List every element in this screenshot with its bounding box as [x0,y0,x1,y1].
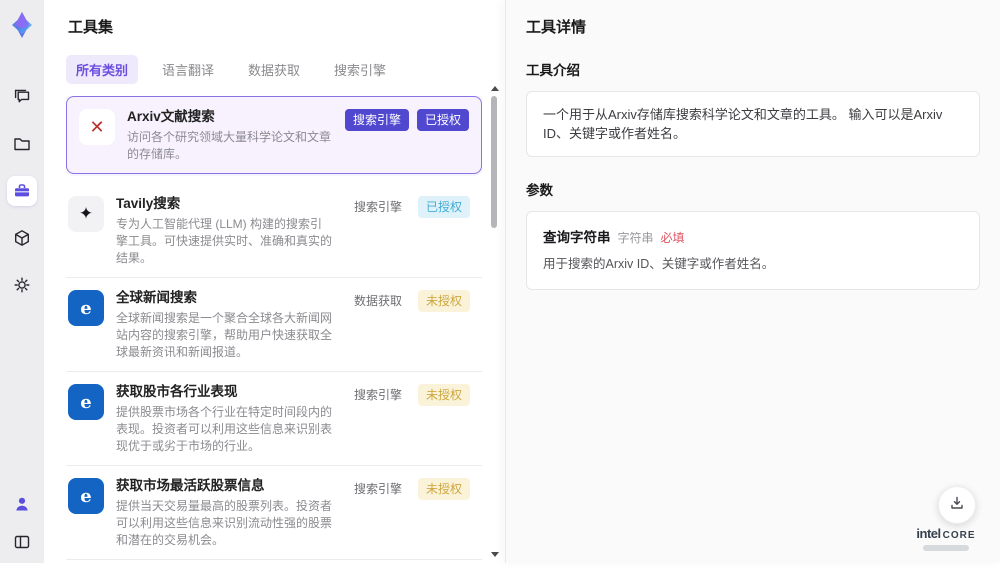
panels-icon [12,532,32,552]
tool-name: 全球新闻搜索 [116,290,197,305]
tool-icon-glyph: ✕ [89,116,105,137]
tool-card[interactable]: ✦ Tavily搜索 专为人工智能代理 (LLM) 构建的搜索引擎工具。可快速提… [66,184,482,278]
tool-details-panel: 工具详情 工具介绍 一个用于从Arxiv存储库搜索科学论文和文章的工具。 输入可… [505,0,1000,563]
category-badge: 搜索引擎 [353,482,402,496]
tool-card[interactable]: e 获取股市各行业表现 提供股票市场各个行业在特定时间段内的表现。投资者可以利用… [66,372,482,466]
tool-description: 提供股票市场各个行业在特定时间段内的表现。投资者可以利用这些信息来识别表现优于或… [116,405,333,453]
gear-icon [12,275,32,295]
list-scrollbar[interactable] [489,86,499,557]
scrollbar-thumb[interactable] [491,96,497,228]
sidebar-item-packages[interactable] [7,223,37,253]
sidebar-item-panel-toggle[interactable] [7,527,37,557]
category-tab[interactable]: 搜索引擎 [324,55,396,84]
user-icon [12,494,32,514]
category-tab[interactable]: 所有类别 [66,55,139,84]
tool-icon-glyph: e [80,297,92,319]
auth-status-badge: 已授权 [416,109,469,131]
tool-icon: e [68,384,104,420]
tool-card[interactable]: ▦ 万维地区新闻查询 查询具体行政区划内的新闻，快速了解各地新闻动态。 搜索引擎… [66,560,482,568]
tool-name: 获取股市各行业表现 [116,384,238,399]
sidebar-item-settings[interactable] [7,270,37,300]
app-logo-icon [7,10,37,40]
details-title: 工具详情 [526,19,587,36]
category-tab[interactable]: 数据获取 [238,55,310,84]
tool-icon-glyph: ✦ [78,204,94,223]
param-name: 查询字符串 [543,230,611,245]
category-badge: 搜索引擎 [353,200,402,214]
intel-core-subtitle [923,545,969,551]
param-type: 字符串 [617,231,654,245]
tool-description: 专为人工智能代理 (LLM) 构建的搜索引擎工具。可快速提供实时、准确和真实的结… [116,217,333,265]
tool-description: 全球新闻搜索是一个聚合全球各大新闻网站内容的搜索引擎，帮助用户快速获取全球最新资… [116,311,333,359]
tool-name: Arxiv文献搜索 [127,109,215,124]
intel-core-logo: intel CORE [906,527,986,551]
sidebar-item-files[interactable] [7,129,37,159]
download-button[interactable] [938,486,976,524]
tool-icon-glyph: e [80,391,92,413]
params-heading: 参数 [526,183,553,198]
param-required-flag: 必填 [660,231,685,245]
intel-brand-text: intel [916,526,941,541]
sidebar-item-toolbox[interactable] [7,176,37,206]
param-card: 查询字符串 字符串 必填 用于搜索的Arxiv ID、关键字或作者姓名。 [526,211,980,290]
tool-description: 提供当天交易量最高的股票列表。投资者可以利用这些信息来识别流动性强的股票和潜在的… [116,499,333,547]
sidebar-item-chat[interactable] [7,82,37,112]
page-title: 工具集 [68,19,114,36]
category-tab[interactable]: 语言翻译 [152,55,224,84]
sidebar-item-account[interactable] [7,489,37,519]
tool-icon: e [68,290,104,326]
tool-icon: ✕ [79,109,115,145]
auth-status-badge: 未授权 [417,290,470,312]
toolbox-icon [12,181,32,201]
core-brand-text: CORE [942,530,976,541]
category-tabs: 所有类别 语言翻译 数据获取 搜索引擎 [66,55,505,84]
icon-rail [0,0,44,563]
tool-intro-text: 一个用于从Arxiv存储库搜索科学论文和文章的工具。 输入可以是Arxiv ID… [526,91,980,157]
tool-icon-glyph: e [80,485,92,507]
cube-icon [12,228,32,248]
download-icon [949,495,965,516]
scroll-down-icon[interactable] [491,552,499,557]
folder-icon [12,134,32,154]
tool-card[interactable]: e 获取市场最活跃股票信息 提供当天交易量最高的股票列表。投资者可以利用这些信息… [66,466,482,560]
app-window: 工具集 所有类别 语言翻译 数据获取 搜索引擎 ✕ Arxiv文献搜索 访问各个… [0,0,1000,568]
category-badge: 搜索引擎 [344,109,409,131]
auth-status-badge: 已授权 [417,196,470,218]
tool-description: 访问各个研究领域大量科学论文和文章的存储库。 [127,130,332,161]
tool-card[interactable]: e 全球新闻搜索 全球新闻搜索是一个聚合全球各大新闻网站内容的搜索引擎，帮助用户… [66,278,482,372]
auth-status-badge: 未授权 [417,384,470,406]
toolset-panel: 工具集 所有类别 语言翻译 数据获取 搜索引擎 ✕ Arxiv文献搜索 访问各个… [44,0,505,568]
tool-icon: e [68,478,104,514]
auth-status-badge: 未授权 [417,478,470,500]
scroll-up-icon[interactable] [491,86,499,91]
intro-heading: 工具介绍 [526,63,580,78]
tool-list: ✕ Arxiv文献搜索 访问各个研究领域大量科学论文和文章的存储库。 搜索引擎 … [66,96,482,568]
category-badge: 搜索引擎 [353,388,402,402]
param-description: 用于搜索的Arxiv ID、关键字或作者姓名。 [543,257,775,271]
tool-icon: ✦ [68,196,104,232]
category-badge: 数据获取 [353,294,402,308]
chat-icon [12,87,32,107]
tool-name: Tavily搜索 [116,196,181,211]
tool-card[interactable]: ✕ Arxiv文献搜索 访问各个研究领域大量科学论文和文章的存储库。 搜索引擎 … [66,96,482,174]
tool-name: 获取市场最活跃股票信息 [116,478,265,493]
